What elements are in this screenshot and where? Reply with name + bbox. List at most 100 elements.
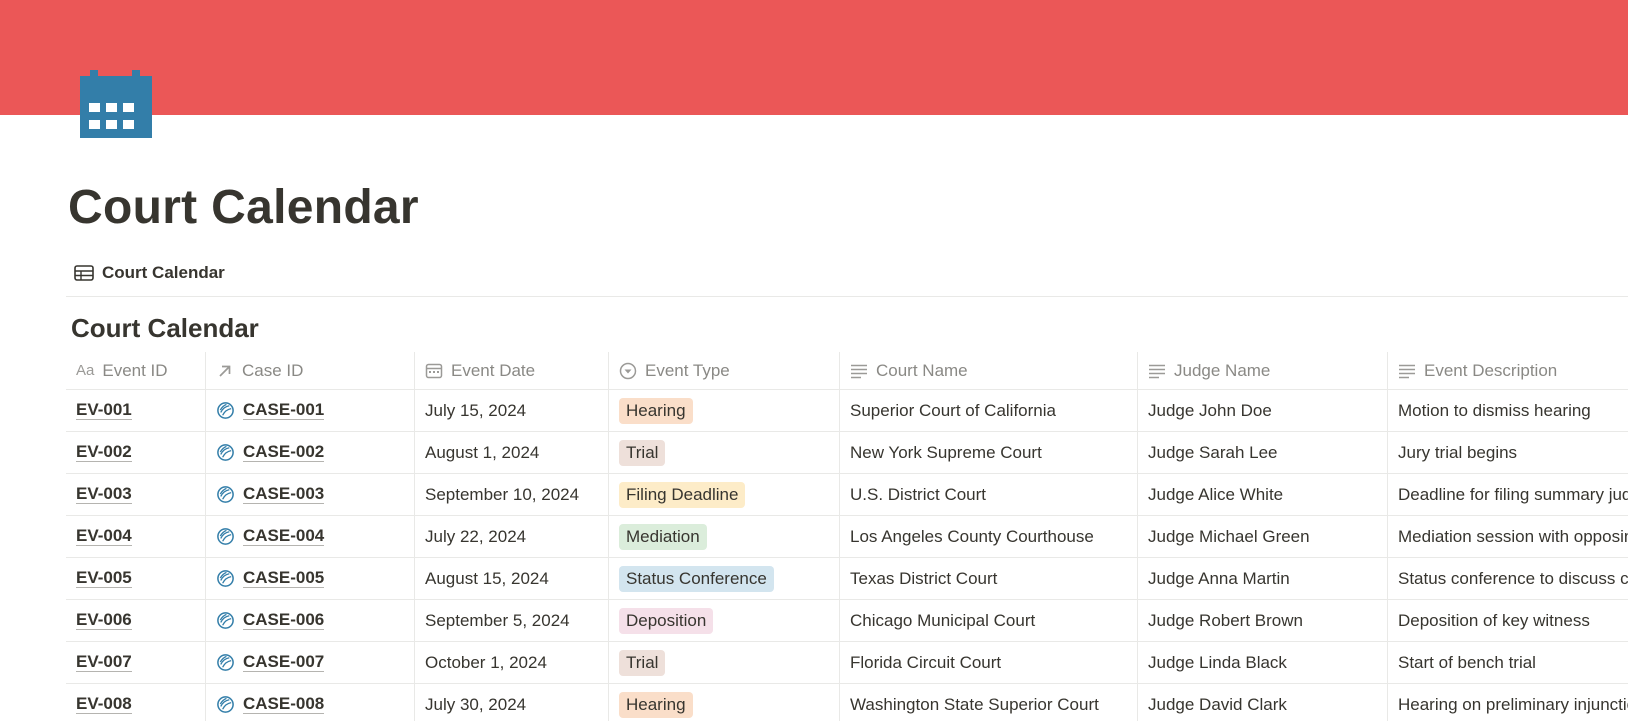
case-id-text: CASE-004 [243, 526, 325, 546]
case-id-cell[interactable]: CASE-005 [206, 558, 415, 599]
event-description-cell[interactable]: Hearing on preliminary injunction [1388, 684, 1628, 721]
column-header-judge-name[interactable]: Judge Name [1138, 352, 1388, 389]
table-row[interactable]: EV-001 CASE-001 July 15, 2024 Hearing Superi… [66, 390, 1628, 432]
event-id-link[interactable]: EV-005 [76, 569, 132, 588]
court-name-cell[interactable]: New York Supreme Court [840, 432, 1138, 473]
event-description-cell[interactable]: Jury trial begins [1388, 432, 1628, 473]
judge-name-text: Judge Alice White [1148, 484, 1284, 504]
court-name-cell[interactable]: Texas District Court [840, 558, 1138, 599]
event-date-cell[interactable]: July 30, 2024 [415, 684, 609, 721]
event-id-link[interactable]: EV-004 [76, 527, 132, 546]
table-row[interactable]: EV-005 CASE-005 August 15, 2024 Status Conf… [66, 558, 1628, 600]
event-id-cell[interactable]: EV-001 [66, 390, 206, 431]
event-description-cell[interactable]: Mediation session with opposing counsel [1388, 516, 1628, 557]
column-header-event-date[interactable]: Event Date [415, 352, 609, 389]
table-row[interactable]: EV-006 CASE-006 September 5, 2024 Depositio… [66, 600, 1628, 642]
judge-name-cell[interactable]: Judge David Clark [1138, 684, 1388, 721]
view-tab-table[interactable]: Court Calendar [74, 262, 225, 284]
table-row[interactable]: EV-002 CASE-002 August 1, 2024 Trial New Yor… [66, 432, 1628, 474]
case-relation-link[interactable]: CASE-007 [216, 653, 325, 672]
relation-arrow-icon [219, 365, 231, 377]
case-id-cell[interactable]: CASE-003 [206, 474, 415, 515]
case-relation-link[interactable]: CASE-004 [216, 526, 325, 546]
event-id-link[interactable]: EV-007 [76, 653, 132, 672]
court-name-cell[interactable]: Los Angeles County Courthouse [840, 516, 1138, 557]
event-type-cell[interactable]: Status Conference [609, 558, 840, 599]
case-id-cell[interactable]: CASE-001 [206, 390, 415, 431]
event-id-cell[interactable]: EV-003 [66, 474, 206, 515]
case-id-cell[interactable]: CASE-006 [206, 600, 415, 641]
event-id-cell[interactable]: EV-007 [66, 642, 206, 683]
case-id-cell[interactable]: CASE-004 [206, 516, 415, 557]
event-type-cell[interactable]: Trial [609, 432, 840, 473]
judge-name-cell[interactable]: Judge Sarah Lee [1138, 432, 1388, 473]
event-type-cell[interactable]: Hearing [609, 684, 840, 721]
table-row[interactable]: EV-003 CASE-003 September 10, 2024 Filing D… [66, 474, 1628, 516]
event-description-cell[interactable]: Status conference to discuss case progre… [1388, 558, 1628, 599]
case-relation-link[interactable]: CASE-005 [216, 569, 325, 588]
event-type-cell[interactable]: Filing Deadline [609, 474, 840, 515]
event-date-cell[interactable]: September 5, 2024 [415, 600, 609, 641]
event-date-cell[interactable]: July 15, 2024 [415, 390, 609, 431]
column-header-case-id[interactable]: Case ID [206, 352, 415, 389]
court-name-cell[interactable]: Superior Court of California [840, 390, 1138, 431]
court-name-cell[interactable]: Florida Circuit Court [840, 642, 1138, 683]
event-description-cell[interactable]: Motion to dismiss hearing [1388, 390, 1628, 431]
calendar-icon[interactable] [80, 70, 156, 142]
event-date-cell[interactable]: September 10, 2024 [415, 474, 609, 515]
court-name-text: Florida Circuit Court [850, 652, 1002, 672]
event-description-cell[interactable]: Start of bench trial [1388, 642, 1628, 683]
case-relation-link[interactable]: CASE-008 [216, 695, 325, 714]
judge-name-cell[interactable]: Judge John Doe [1138, 390, 1388, 431]
column-header-court-name[interactable]: Court Name [840, 352, 1138, 389]
judge-name-cell[interactable]: Judge Alice White [1138, 474, 1388, 515]
column-header-event-description[interactable]: Event Description [1388, 352, 1628, 389]
event-id-cell[interactable]: EV-002 [66, 432, 206, 473]
judge-name-cell[interactable]: Judge Linda Black [1138, 642, 1388, 683]
case-id-cell[interactable]: CASE-002 [206, 432, 415, 473]
event-id-cell[interactable]: EV-006 [66, 600, 206, 641]
page-title[interactable]: Court Calendar [68, 180, 419, 235]
case-relation-link[interactable]: CASE-006 [216, 611, 325, 630]
column-header-event-type[interactable]: Event Type [609, 352, 840, 389]
judge-name-cell[interactable]: Judge Robert Brown [1138, 600, 1388, 641]
case-relation-link[interactable]: CASE-001 [216, 401, 325, 420]
event-description-cell[interactable]: Deposition of key witness [1388, 600, 1628, 641]
event-id-link[interactable]: EV-006 [76, 611, 132, 630]
case-id-cell[interactable]: CASE-007 [206, 642, 415, 683]
case-relation-link[interactable]: CASE-002 [216, 443, 325, 462]
event-id-link[interactable]: EV-008 [76, 695, 132, 714]
event-description-cell[interactable]: Deadline for filing summary judgment mot… [1388, 474, 1628, 515]
event-id-cell[interactable]: EV-004 [66, 516, 206, 557]
court-name-cell[interactable]: Chicago Municipal Court [840, 600, 1138, 641]
court-name-cell[interactable]: U.S. District Court [840, 474, 1138, 515]
event-type-cell[interactable]: Mediation [609, 516, 840, 557]
case-id-cell[interactable]: CASE-008 [206, 684, 415, 721]
event-date-cell[interactable]: July 22, 2024 [415, 516, 609, 557]
event-date-cell[interactable]: August 15, 2024 [415, 558, 609, 599]
case-page-icon [217, 570, 234, 587]
judge-name-text: Judge David Clark [1148, 694, 1287, 714]
event-type-cell[interactable]: Deposition [609, 600, 840, 641]
event-id-link[interactable]: EV-001 [76, 401, 132, 420]
event-id-link[interactable]: EV-002 [76, 443, 132, 462]
event-type-cell[interactable]: Trial [609, 642, 840, 683]
event-id-link[interactable]: EV-003 [76, 485, 132, 504]
table-row[interactable]: EV-007 CASE-007 October 1, 2024 Trial Florid… [66, 642, 1628, 684]
event-id-cell[interactable]: EV-008 [66, 684, 206, 721]
judge-name-cell[interactable]: Judge Anna Martin [1138, 558, 1388, 599]
table-row[interactable]: EV-008 CASE-008 July 30, 2024 Hearing Washin… [66, 684, 1628, 721]
event-type-cell[interactable]: Hearing [609, 390, 840, 431]
event-date-text: October 1, 2024 [425, 652, 547, 672]
case-relation-link[interactable]: CASE-003 [216, 485, 325, 504]
event-date-cell[interactable]: August 1, 2024 [415, 432, 609, 473]
event-id-cell[interactable]: EV-005 [66, 558, 206, 599]
table-row[interactable]: EV-004 CASE-004 July 22, 2024 Mediation Los … [66, 516, 1628, 558]
event-date-cell[interactable]: October 1, 2024 [415, 642, 609, 683]
judge-name-cell[interactable]: Judge Michael Green [1138, 516, 1388, 557]
database-title[interactable]: Court Calendar [71, 313, 259, 344]
column-header-event-id[interactable]: Aa Event ID [66, 352, 206, 389]
page-cover[interactable] [0, 0, 1628, 115]
court-name-cell[interactable]: Washington State Superior Court [840, 684, 1138, 721]
court-name-text: Washington State Superior Court [850, 694, 1099, 714]
